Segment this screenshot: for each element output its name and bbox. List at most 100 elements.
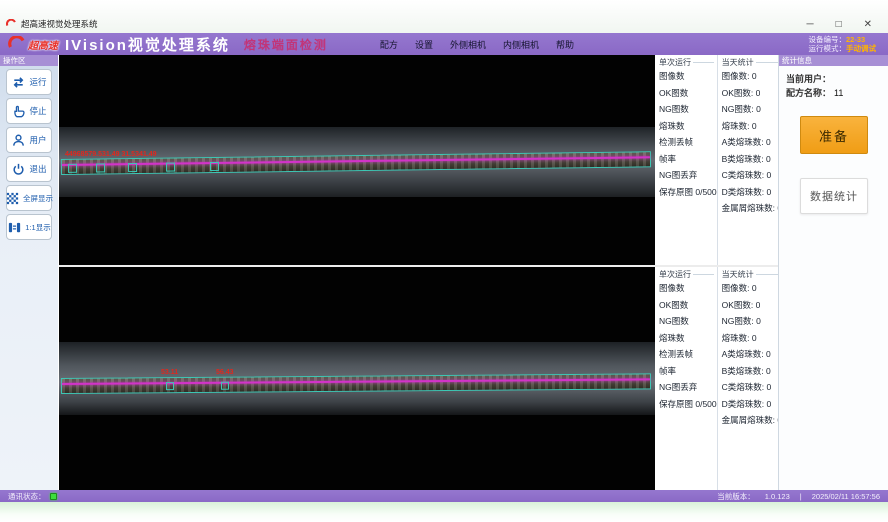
device-number-label: 设备编号： — [809, 35, 847, 44]
stat-item: 熔珠数: 0 — [722, 330, 782, 347]
stat-item: 帧率 — [659, 363, 717, 380]
user-button[interactable]: 用户 — [6, 127, 52, 153]
one-to-one-icon — [7, 220, 22, 235]
camera-image-band: 53.11 56.43 — [59, 342, 655, 415]
desktop-background — [0, 502, 888, 522]
datetime-value: 2025/02/11 16:57:56 — [812, 492, 880, 501]
stop-button-label: 停止 — [29, 105, 46, 117]
stat-item: OK图数: 0 — [722, 297, 782, 314]
run-button-label: 运行 — [29, 76, 46, 88]
stat-item: 图像数 — [659, 280, 717, 297]
operation-panel-title: 操作区 — [0, 55, 58, 66]
statistics-info-panel: 统计信息 当前用户： 配方名称：11 准备 数据统计 — [778, 55, 888, 490]
stat-item: D类熔珠数: 0 — [722, 396, 782, 413]
run-button[interactable]: 运行 — [6, 69, 52, 95]
device-number-value: 22-33 — [846, 35, 865, 44]
camera-viewport-top[interactable]: 44968579.531.49 31.5341.49 — [59, 55, 655, 265]
current-user-label: 当前用户： — [786, 74, 831, 84]
user-icon — [11, 133, 26, 148]
data-statistics-button[interactable]: 数据统计 — [800, 178, 868, 214]
menu-item-help[interactable]: 帮助 — [556, 38, 574, 51]
camera-viewports: 44968579.531.49 31.5341.49 53.11 — [59, 55, 655, 490]
stat-item: 图像数: 0 — [722, 68, 782, 85]
fullscreen-button[interactable]: 全屏显示 — [6, 185, 52, 211]
stat-item: B类熔珠数: 0 — [722, 363, 782, 380]
run-arrows-icon — [11, 75, 26, 90]
single-run-stats: 单次运行 图像数 OK图数 NG图数 熔珠数 检测丢帧 帧率 NG图丢弃 保存原… — [655, 267, 717, 490]
stat-item: 熔珠数 — [659, 330, 717, 347]
group-title: 当天统计 — [722, 269, 754, 280]
stat-item: C类熔珠数: 0 — [722, 379, 782, 396]
stat-item: NG图数 — [659, 313, 717, 330]
exit-button-label: 退出 — [29, 163, 46, 175]
window-title: 超高速视觉处理系统 — [21, 18, 806, 30]
one-to-one-button[interactable]: 1:1显示 — [6, 214, 52, 240]
run-mode-value: 手动调试 — [846, 44, 876, 53]
info-panel-title: 统计信息 — [779, 55, 888, 66]
stop-hand-icon — [11, 104, 26, 119]
detection-sub-box — [210, 162, 219, 171]
menu-item-recipe[interactable]: 配方 — [380, 38, 398, 51]
app-icon — [6, 19, 17, 30]
close-button[interactable]: ✕ — [864, 20, 872, 30]
stats-panel-top: 单次运行 图像数 OK图数 NG图数 熔珠数 检测丢帧 帧率 NG图丢弃 保存原… — [655, 55, 778, 265]
stat-item: C类熔珠数: 0 — [722, 167, 782, 184]
main-menu: 配方 设置 外侧相机 内侧相机 帮助 — [380, 38, 574, 51]
menu-item-outer-camera[interactable]: 外侧相机 — [450, 38, 486, 51]
operation-panel: 操作区 运行 停止 用户 — [0, 55, 58, 490]
group-title: 单次运行 — [659, 57, 691, 68]
app-header: 超高速 IVision视觉处理系统 熔珠端面检测 配方 设置 外侧相机 内侧相机… — [0, 33, 888, 55]
detection-box — [61, 373, 651, 394]
detection-sub-box — [166, 382, 174, 390]
minimize-button[interactable]: ─ — [806, 20, 813, 30]
one-to-one-button-label: 1:1显示 — [25, 222, 50, 233]
measurement-annotation: 53.11 — [161, 369, 178, 376]
detection-sub-box — [221, 382, 229, 390]
brand-logo-icon — [8, 36, 26, 52]
stat-item: A类熔珠数: 0 — [722, 346, 782, 363]
group-title: 单次运行 — [659, 269, 691, 280]
camera-viewport-bottom[interactable]: 53.11 56.43 — [59, 267, 655, 490]
stat-item: B类熔珠数: 0 — [722, 151, 782, 168]
stat-item: NG图数: 0 — [722, 313, 782, 330]
statusbar-separator: | — [800, 492, 802, 501]
menu-item-inner-camera[interactable]: 内侧相机 — [503, 38, 539, 51]
stat-item: D类熔珠数: 0 — [722, 184, 782, 201]
recipe-name-label: 配方名称： — [786, 88, 831, 98]
user-button-label: 用户 — [29, 134, 46, 146]
app-title: IVision视觉处理系统 — [65, 34, 230, 55]
detection-sub-box — [166, 163, 175, 172]
stat-item: 金属屑熔珠数: 0 — [722, 412, 782, 429]
device-info: 设备编号：22-33 运行模式：手动调试 — [809, 35, 881, 53]
maximize-button[interactable]: □ — [836, 20, 842, 30]
stats-panel-bottom: 单次运行 图像数 OK图数 NG图数 熔珠数 检测丢帧 帧率 NG图丢弃 保存原… — [655, 267, 778, 490]
stat-item: 检测丢帧 — [659, 134, 717, 151]
daily-stats: 当天统计 图像数: 0 OK图数: 0 NG图数: 0 熔珠数: 0 A类熔珠数… — [717, 55, 782, 265]
prepare-button[interactable]: 准备 — [800, 116, 868, 154]
stop-button[interactable]: 停止 — [6, 98, 52, 124]
fullscreen-grid-icon — [5, 191, 20, 206]
stat-item: 保存原图 0/500 — [659, 184, 717, 201]
single-run-stats: 单次运行 图像数 OK图数 NG图数 熔珠数 检测丢帧 帧率 NG图丢弃 保存原… — [655, 55, 717, 265]
daily-stats: 当天统计 图像数: 0 OK图数: 0 NG图数: 0 熔珠数: 0 A类熔珠数… — [717, 267, 782, 490]
stat-item: NG图丢弃 — [659, 379, 717, 396]
stat-item: 熔珠数: 0 — [722, 118, 782, 135]
brand-logo-text: 超高速 — [28, 37, 58, 52]
stat-item: OK图数 — [659, 297, 717, 314]
comm-status-label: 通讯状态： — [8, 491, 46, 502]
statistics-column: 单次运行 图像数 OK图数 NG图数 熔珠数 检测丢帧 帧率 NG图丢弃 保存原… — [655, 55, 778, 490]
exit-button[interactable]: 退出 — [6, 156, 52, 182]
stat-item: 图像数 — [659, 68, 717, 85]
menu-item-settings[interactable]: 设置 — [415, 38, 433, 51]
stat-item: OK图数 — [659, 85, 717, 102]
group-title: 当天统计 — [722, 57, 754, 68]
version-label: 当前版本： — [717, 491, 755, 502]
titlebar: 超高速视觉处理系统 ─ □ ✕ — [0, 0, 888, 33]
stat-item: OK图数: 0 — [722, 85, 782, 102]
camera-image-band: 44968579.531.49 31.5341.49 — [59, 127, 655, 197]
stat-item: 帧率 — [659, 151, 717, 168]
stat-item: NG图数 — [659, 101, 717, 118]
version-value: 1.0.123 — [765, 492, 790, 501]
main-area: 操作区 运行 停止 用户 — [0, 55, 888, 490]
stat-item: 熔珠数 — [659, 118, 717, 135]
